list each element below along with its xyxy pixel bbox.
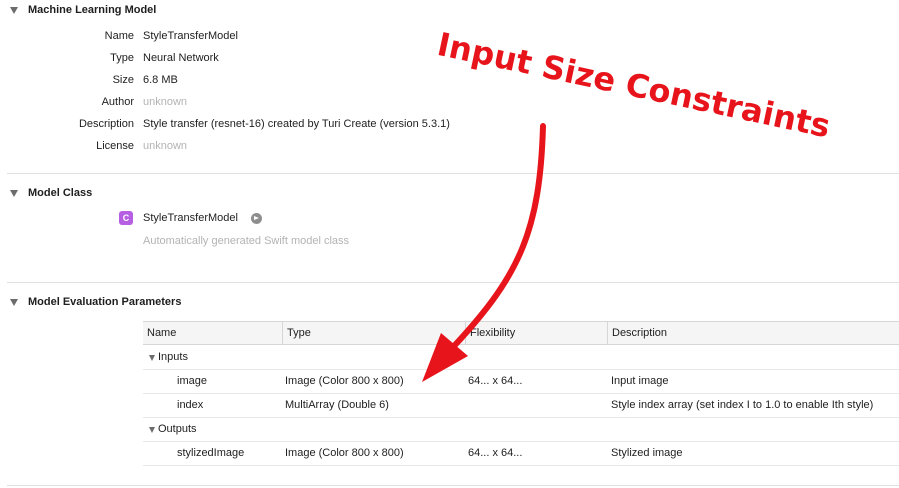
annotation-arrow-icon [422,123,546,382]
